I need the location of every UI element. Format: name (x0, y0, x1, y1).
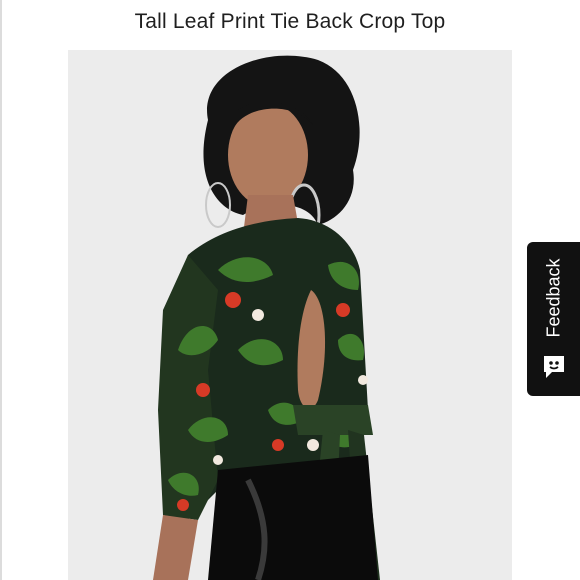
smiley-chat-icon (541, 354, 567, 380)
feedback-tab[interactable]: Feedback (527, 242, 580, 396)
product-image[interactable] (68, 50, 512, 580)
feedback-label: Feedback (543, 258, 563, 338)
product-title: Tall Leaf Print Tie Back Crop Top (134, 10, 446, 33)
page-edge-divider (0, 0, 2, 580)
